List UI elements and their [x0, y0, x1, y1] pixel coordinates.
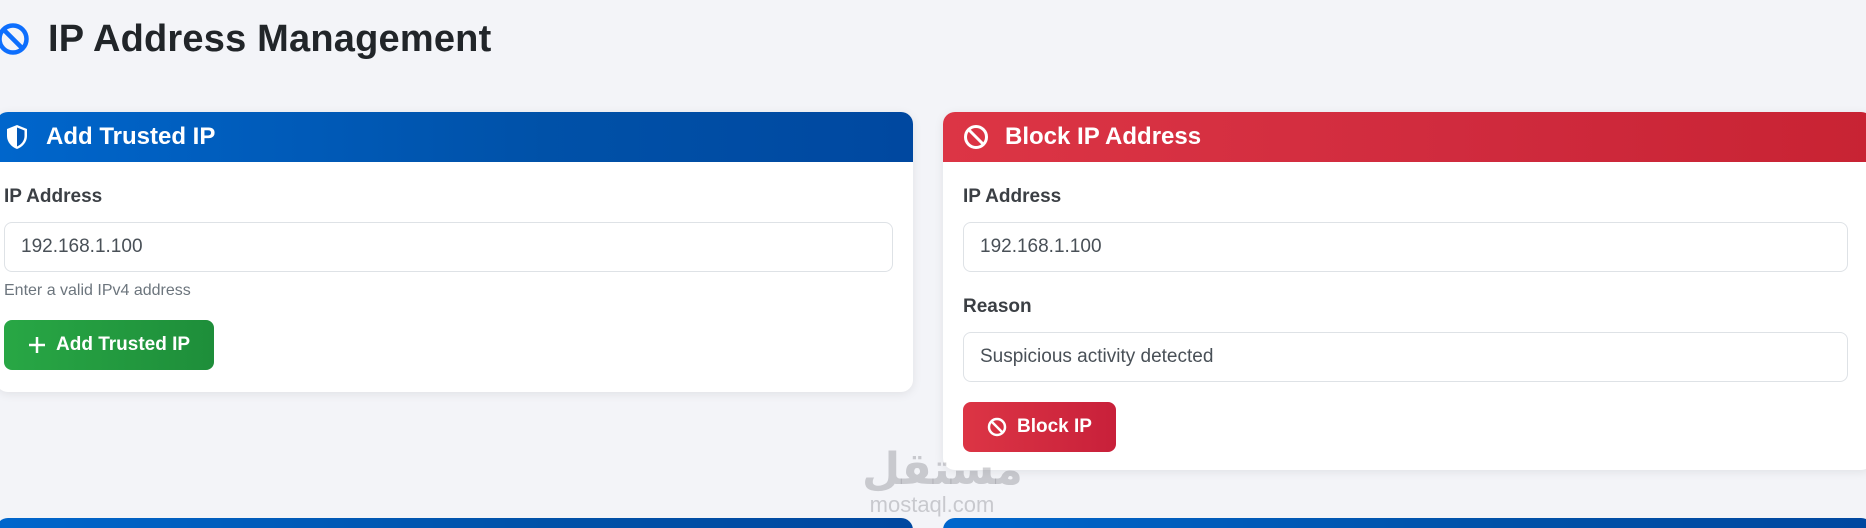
- add-trusted-ip-body: IP Address Enter a valid IPv4 address Ad…: [0, 162, 913, 390]
- block-ip-card: Block IP Address IP Address Reason Block…: [943, 112, 1866, 470]
- next-card-header-left: [0, 518, 913, 528]
- block-ip-input[interactable]: [963, 222, 1848, 272]
- block-ip-button-label: Block IP: [1017, 416, 1092, 437]
- trusted-ip-help: Enter a valid IPv4 address: [4, 282, 191, 299]
- ip-management-page: IP Address Management Add Trusted IP IP …: [0, 0, 1866, 528]
- page-title: IP Address Management: [48, 17, 492, 60]
- trusted-ip-input[interactable]: [4, 222, 893, 272]
- block-ip-label: IP Address: [963, 186, 1062, 207]
- reason-label: Reason: [963, 296, 1032, 317]
- block-ip-body: IP Address Reason Block IP: [943, 162, 1866, 470]
- shield-icon: [4, 124, 30, 150]
- watermark-text: mostaql.com: [869, 492, 995, 517]
- ban-icon: [963, 124, 989, 150]
- page-header: IP Address Management: [0, 14, 491, 64]
- add-trusted-ip-button[interactable]: Add Trusted IP: [4, 320, 215, 370]
- add-trusted-ip-card: Add Trusted IP IP Address Enter a valid …: [0, 112, 913, 392]
- add-trusted-ip-button-label: Add Trusted IP: [56, 334, 191, 355]
- trusted-ip-label: IP Address: [4, 186, 103, 207]
- add-trusted-ip-title: Add Trusted IP: [46, 123, 216, 150]
- ban-icon: [987, 417, 1007, 437]
- block-ip-header: Block IP Address: [943, 112, 1866, 162]
- plus-icon: [28, 336, 46, 354]
- block-ip-title: Block IP Address: [1005, 123, 1202, 150]
- ban-icon: [0, 23, 29, 55]
- reason-input[interactable]: [963, 332, 1848, 382]
- watermark: مستقل mostaql.com: [862, 444, 1023, 518]
- next-card-header-right: [943, 518, 1866, 528]
- add-trusted-ip-header: Add Trusted IP: [0, 112, 913, 162]
- watermark-logo: مستقل: [862, 444, 1023, 495]
